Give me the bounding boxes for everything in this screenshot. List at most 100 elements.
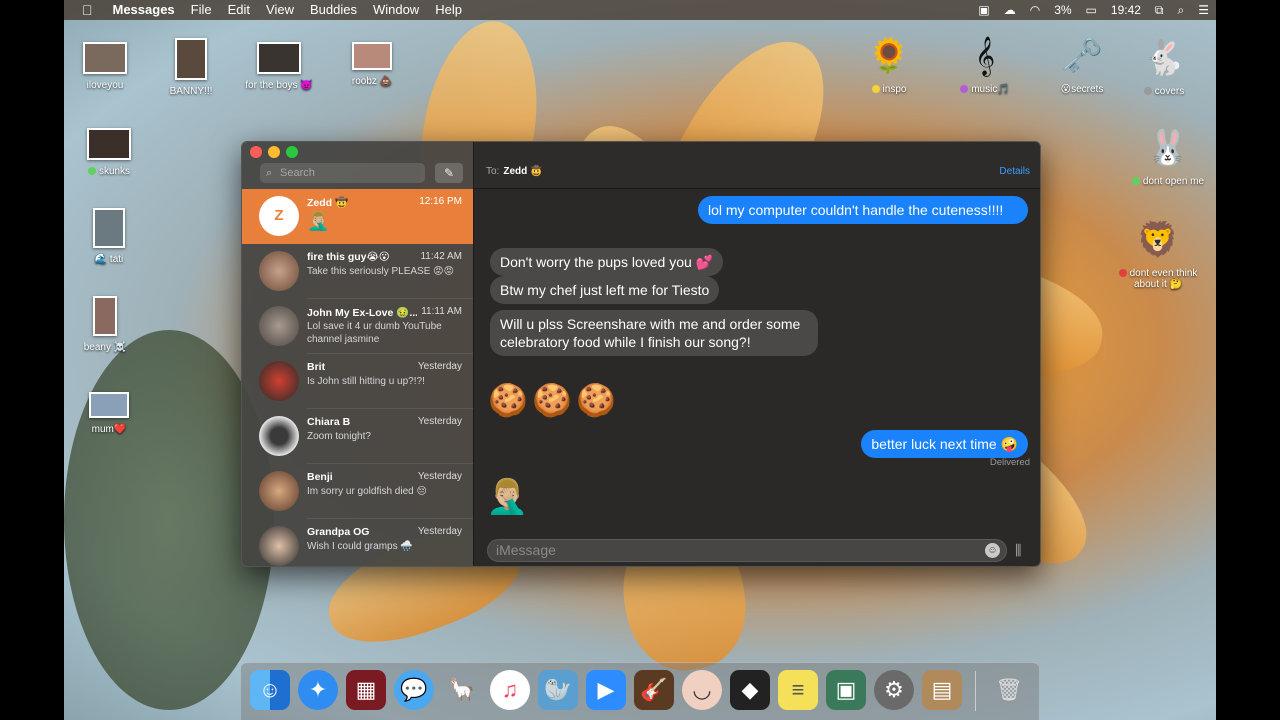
window-controls	[250, 146, 298, 158]
message-input[interactable]: iMessage ☺	[487, 539, 1007, 562]
rabbit-icon: 🐰	[1146, 129, 1190, 167]
avatar	[259, 471, 299, 511]
photo-booth-icon[interactable]: ▦	[346, 670, 386, 710]
compose-button[interactable]: ✎	[435, 163, 463, 183]
spotlight-search-icon[interactable]: ⌕	[1171, 3, 1192, 18]
desktop-icon-secrets[interactable]: 🗝️ 😮secrets	[1037, 36, 1127, 95]
conversation-preview: Wish I could gramps 🌧️	[307, 541, 413, 552]
avatar	[259, 416, 299, 456]
yellow-tag	[871, 85, 880, 93]
cookie-emoji: 🍪	[532, 382, 572, 418]
apple-menu-icon[interactable]: 	[64, 0, 105, 20]
desktop-icon-dont-open-me[interactable]: 🐰 dont open me	[1116, 128, 1216, 187]
walrus-icon[interactable]: 🦭	[538, 670, 578, 710]
trash-icon[interactable]: 🗑	[989, 670, 1029, 710]
facepalm-emoji: 🤦🏼‍♂️	[486, 478, 529, 516]
conversation-time: 11:11 AM	[421, 306, 462, 317]
message-incoming: Will u plss Screenshare with me and orde…	[490, 310, 818, 356]
avatar	[259, 526, 299, 566]
conversation-item[interactable]: Grandpa OG Yesterday Wish I could gramps…	[242, 519, 473, 566]
menu-window[interactable]: Window	[365, 0, 427, 20]
image-thumbnail	[89, 392, 129, 418]
desktop-icon-iloveyou[interactable]: iloveyou	[64, 42, 150, 91]
safari-icon[interactable]: ✦	[298, 670, 338, 710]
conversation-time: 11:42 AM	[420, 251, 462, 262]
desktop-icon-beany[interactable]: beany ☠️	[64, 296, 150, 353]
sidekick-icon[interactable]: 🦙	[442, 670, 482, 710]
message-outgoing: lol my computer couldn't handle the cute…	[698, 196, 1028, 224]
image-thumbnail	[87, 128, 131, 160]
key-icon: 🗝️	[1060, 37, 1104, 75]
desktop-icon-banny[interactable]: BANNY!!!	[146, 38, 236, 97]
desktop-icon-roobz[interactable]: roobz 💩	[327, 42, 417, 87]
conversation-item[interactable]: fire this guy😭😮 11:42 AM Take this serio…	[242, 244, 473, 299]
zoom-icon[interactable]: ▶	[586, 670, 626, 710]
zoom-button[interactable]	[286, 146, 298, 158]
stickies-icon[interactable]: ≡	[778, 670, 818, 710]
desktop-icon-skunks[interactable]: skunks	[64, 128, 154, 177]
conversation-preview: Is John still hitting u up?!?!	[307, 376, 425, 387]
gray-tag	[1143, 87, 1152, 95]
image-thumbnail	[93, 208, 125, 248]
finder-icon[interactable]: ☺	[250, 670, 290, 710]
battery-percent[interactable]: 3%	[1047, 3, 1078, 17]
control-center-icon[interactable]: ☰	[1191, 3, 1216, 17]
conversation-item[interactable]: Z Zedd 🤠 12:16 PM 🤦🏼‍♂️	[242, 189, 473, 244]
menu-help[interactable]: Help	[427, 0, 470, 20]
desktop-icon-covers[interactable]: 🐇 covers	[1119, 38, 1209, 97]
desktop-icon-mum[interactable]: mum❤️	[64, 392, 154, 435]
conversation-preview: Lol save it 4 ur dumb YouTube channel ja…	[307, 321, 442, 345]
minimize-button[interactable]	[268, 146, 280, 158]
lion-icon: 🦁	[1136, 221, 1180, 259]
conversation-item[interactable]: Brit Yesterday Is John still hitting u u…	[242, 354, 473, 409]
conversation-item[interactable]: John My Ex-Love 🤢... 11:11 AM Lol save i…	[242, 299, 473, 354]
conversation-preview: Take this seriously PLEASE 😡😡	[307, 266, 455, 277]
wifi-icon[interactable]: ◠	[1023, 3, 1047, 17]
desktop-icon-music[interactable]: 𝄞 music🎵	[940, 36, 1030, 95]
desktop:  Messages File Edit View Buddies Window…	[64, 0, 1216, 720]
image-thumbnail	[257, 42, 301, 74]
preview-icon[interactable]: ▣	[826, 670, 866, 710]
menu-app-messages[interactable]: Messages	[105, 0, 183, 20]
music-icon[interactable]: ♫	[490, 670, 530, 710]
emoji-picker-icon[interactable]: ☺	[985, 543, 1000, 558]
battery-icon[interactable]: ▭	[1079, 3, 1104, 17]
recipient-field[interactable]: To: Zedd 🤠	[486, 166, 542, 177]
desktop-icon-dont-even-think-about-it[interactable]: 🦁 dont even think about it 🤔	[1108, 220, 1208, 290]
image-thumbnail	[83, 42, 127, 74]
chat-pane: To: Zedd 🤠 Details lol my computer couldn…	[473, 142, 1040, 566]
system-preferences-icon[interactable]: ⚙	[874, 670, 914, 710]
details-button[interactable]: Details	[999, 166, 1030, 177]
sunflower-icon: 🌻	[867, 37, 911, 75]
delivered-status: Delivered	[989, 457, 1030, 468]
bunny-icon: 🐇	[1142, 39, 1186, 77]
photo-icon[interactable]: ◆	[730, 670, 770, 710]
creative-cloud-icon[interactable]: ☁	[997, 3, 1023, 17]
search-input[interactable]: ⌕ Search	[260, 163, 425, 183]
avatar	[259, 251, 299, 291]
desktop-icon-inspo[interactable]: 🌻 inspo	[844, 36, 934, 95]
menu-file[interactable]: File	[183, 0, 220, 20]
conversation-preview: Zoom tonight?	[307, 431, 371, 442]
conversation-time: Yesterday	[417, 416, 462, 427]
display-icon[interactable]: ⧉	[1148, 3, 1171, 18]
audio-message-icon[interactable]: ⫼	[1015, 542, 1021, 559]
conversation-name: John My Ex-Love 🤢...	[307, 307, 417, 319]
close-button[interactable]	[250, 146, 262, 158]
clock[interactable]: 19:42	[1104, 3, 1148, 17]
garageband-icon[interactable]: 🎸	[634, 670, 674, 710]
conversation-item[interactable]: Benji Yesterday Im sorry ur goldfish die…	[242, 464, 473, 519]
messages-icon[interactable]: 💬	[394, 670, 434, 710]
dock: ☺ ✦ ▦ 💬 🦙 ♫ 🦭 ▶ 🎸 ◡ ◆ ≡ ▣ ⚙ ▤ 🗑	[241, 662, 1039, 720]
desktop-icon-tati[interactable]: 🌊 tati	[64, 208, 154, 265]
image-thumbnail	[93, 296, 117, 336]
desktop-icon-for-the-boys[interactable]: for the boys 👿	[234, 42, 324, 91]
menu-view[interactable]: View	[258, 0, 302, 20]
menu-edit[interactable]: Edit	[220, 0, 258, 20]
conversation-item[interactable]: Chiara B Yesterday Zoom tonight?	[242, 409, 473, 464]
menu-buddies[interactable]: Buddies	[302, 0, 365, 20]
contacts-icon[interactable]: ▤	[922, 670, 962, 710]
camera-status-icon[interactable]: ▣	[971, 3, 996, 17]
message-incoming: Btw my chef just left me for Tiesto	[490, 276, 720, 304]
face-icon[interactable]: ◡	[682, 670, 722, 710]
